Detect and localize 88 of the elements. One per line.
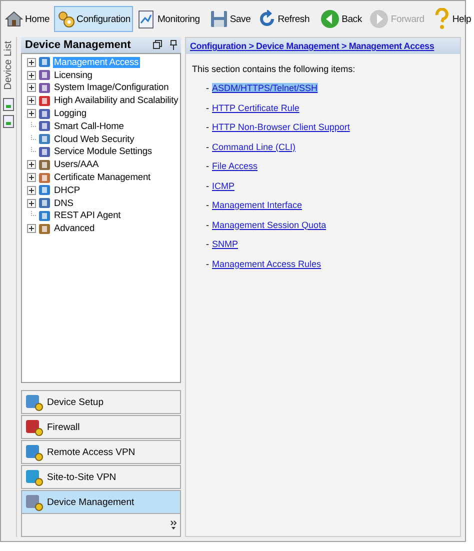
toolbar-button[interactable]: Help xyxy=(431,6,474,32)
module-icon xyxy=(38,222,51,235)
expand-icon[interactable] xyxy=(27,109,36,118)
gears-icon xyxy=(56,10,75,28)
toolbar-button[interactable]: Save xyxy=(206,6,254,32)
question-mark-icon xyxy=(434,8,450,30)
tree-item[interactable]: Licensing xyxy=(53,70,94,81)
tree-item[interactable]: Users/AAA xyxy=(53,159,100,170)
panel-title: Device Management xyxy=(25,39,131,51)
expand-icon[interactable] xyxy=(27,83,36,92)
tree-item[interactable]: Smart Call-Home xyxy=(53,120,125,132)
dash: - xyxy=(206,122,209,132)
tree-item[interactable]: Cloud Web Security xyxy=(53,134,136,145)
navigation-button[interactable]: Remote Access VPN xyxy=(21,440,181,464)
tree-item[interactable]: REST API Agent xyxy=(53,210,122,222)
module-icon xyxy=(38,172,51,184)
dash: - xyxy=(206,200,209,210)
module-icon xyxy=(25,493,43,511)
item-link[interactable]: HTTP Non-Browser Client Support xyxy=(212,122,350,132)
restore-icon[interactable] xyxy=(153,40,162,49)
expand-icon[interactable] xyxy=(27,173,36,182)
item-link[interactable]: ASDM/HTTPS/Telnet/SSH xyxy=(212,83,318,93)
module-icon xyxy=(38,184,51,196)
dash: - xyxy=(206,258,209,268)
device-icon[interactable] xyxy=(3,114,14,128)
item-link[interactable]: HTTP Certificate Rule xyxy=(212,102,300,112)
item-link[interactable]: File Access xyxy=(212,161,258,171)
dash: - xyxy=(206,239,209,249)
module-icon xyxy=(38,146,51,158)
module-icon xyxy=(38,133,51,146)
tree-item[interactable]: Service Module Settings xyxy=(53,146,153,158)
expand-icon[interactable] xyxy=(27,160,36,170)
dash: - xyxy=(206,180,209,190)
pin-icon[interactable] xyxy=(170,40,177,50)
tree-item[interactable]: DHCP xyxy=(53,184,81,196)
module-icon xyxy=(38,108,51,120)
intro-text: This section contains the following items: xyxy=(192,64,356,74)
device-list-tab[interactable]: Device List xyxy=(3,37,14,94)
module-icon xyxy=(38,210,51,222)
module-icon xyxy=(38,197,51,210)
expand-icon[interactable] xyxy=(27,58,36,67)
dash: - xyxy=(206,83,209,93)
refresh-icon xyxy=(258,10,276,28)
expand-icon[interactable] xyxy=(27,70,36,80)
tree-item[interactable]: System Image/Configuration xyxy=(53,82,170,94)
module-icon xyxy=(38,56,51,68)
dash: - xyxy=(206,102,209,112)
item-link[interactable]: Management Access Rules xyxy=(212,258,322,268)
module-icon xyxy=(25,468,43,486)
dash: - xyxy=(206,142,209,152)
expand-icon[interactable] xyxy=(27,96,36,106)
toolbar-button[interactable]: Refresh xyxy=(254,6,313,32)
toolbar-button[interactable]: Monitoring xyxy=(134,6,203,32)
navigation-button[interactable]: Device Management xyxy=(21,490,181,514)
toolbar-button[interactable]: Home xyxy=(2,6,53,32)
tree-item[interactable]: DNS xyxy=(53,198,74,209)
item-link[interactable]: Command Line (CLI) xyxy=(212,142,296,152)
expand-icon[interactable] xyxy=(27,186,36,195)
device-icon[interactable] xyxy=(3,98,14,111)
module-icon xyxy=(25,443,43,461)
module-icon xyxy=(25,393,43,411)
tree-item[interactable]: High Availability and Scalability xyxy=(53,95,180,106)
navigation-button[interactable]: Site-to-Site VPN xyxy=(21,465,181,489)
clipboard-icon xyxy=(137,9,156,29)
module-icon xyxy=(38,82,51,94)
chevron-icon[interactable] xyxy=(170,520,177,530)
expand-icon[interactable] xyxy=(27,224,36,234)
item-link[interactable]: Management Session Quota xyxy=(212,220,326,230)
item-link[interactable]: ICMP xyxy=(212,180,234,190)
breadcrumb-link[interactable]: Configuration > Device Management > Management Access xyxy=(186,38,460,54)
dash: - xyxy=(206,161,209,171)
module-icon xyxy=(25,418,43,436)
expand-icon[interactable] xyxy=(27,198,36,208)
item-link[interactable]: SNMP xyxy=(212,239,238,249)
toolbar-button[interactable]: Configuration xyxy=(54,6,134,32)
item-link[interactable]: Management Interface xyxy=(212,200,302,210)
navigation-button[interactable]: Device Setup xyxy=(21,390,181,414)
tree-item[interactable]: Advanced xyxy=(53,223,96,234)
module-icon xyxy=(38,94,51,107)
dash: - xyxy=(206,220,209,230)
module-icon xyxy=(38,69,51,82)
module-icon xyxy=(38,158,51,171)
toolbar-button[interactable]: Back xyxy=(316,6,365,32)
tree-item[interactable]: Certificate Management xyxy=(53,172,152,184)
module-icon xyxy=(38,120,51,132)
tree-item[interactable]: Logging xyxy=(53,108,88,120)
navigation-button[interactable]: Firewall xyxy=(21,415,181,439)
house-icon xyxy=(5,10,23,28)
